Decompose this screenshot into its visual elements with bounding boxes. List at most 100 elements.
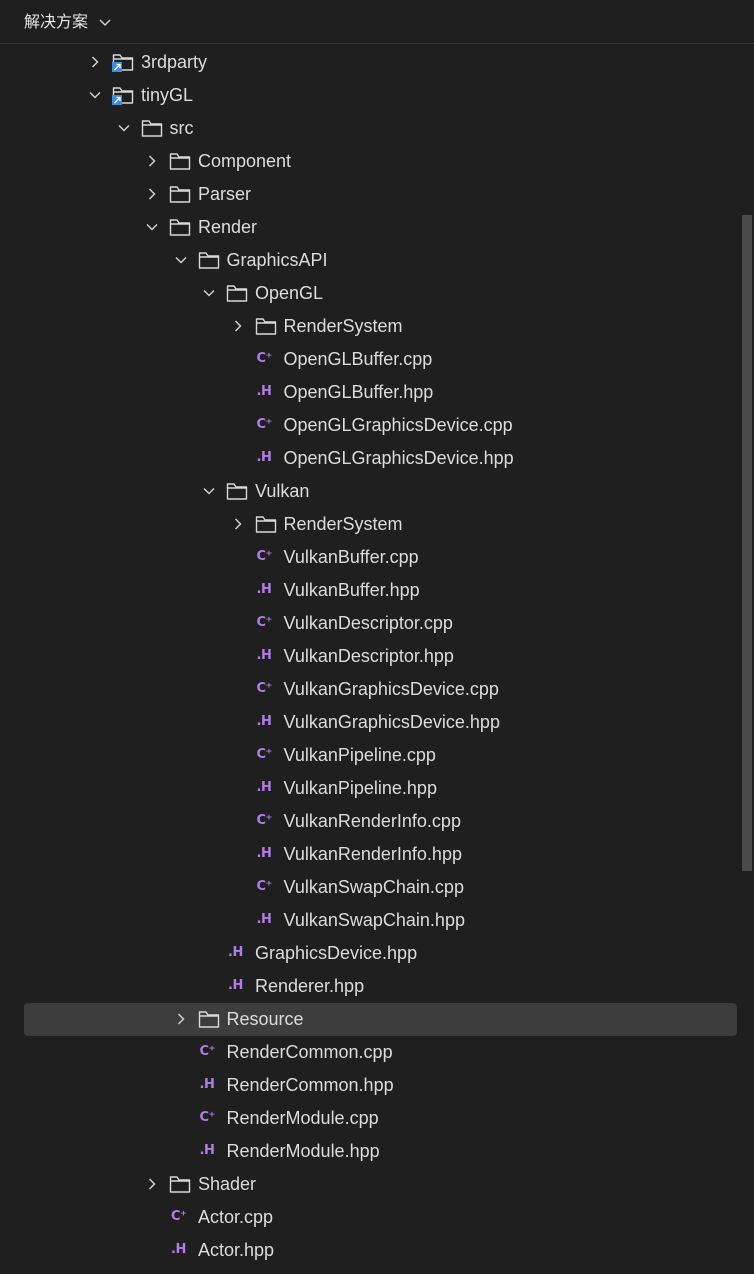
tree-item-label: VulkanSwapChain.hpp <box>283 910 465 930</box>
tree-item-label: VulkanGraphicsDevice.cpp <box>283 679 499 699</box>
tree-file-row[interactable]: C⁺ VulkanGraphicsDevice.cpp <box>0 673 754 706</box>
chevron-down-icon[interactable] <box>174 253 188 267</box>
folder-icon <box>226 483 248 500</box>
tree-file-row[interactable]: C⁺ VulkanPipeline.cpp <box>0 739 754 772</box>
hpp-file-icon: .H <box>256 780 272 795</box>
tree-item-label: VulkanPipeline.hpp <box>283 778 437 798</box>
chevron-right-icon[interactable] <box>145 154 159 168</box>
tree-folder-row[interactable]: GraphicsAPI <box>0 244 754 277</box>
cpp-file-icon: C⁺ <box>199 1044 216 1059</box>
tree-item-label: RenderSystem <box>283 316 403 336</box>
tree-file-row[interactable]: C⁺ RenderModule.cpp <box>0 1102 754 1135</box>
tree-folder-row[interactable]: Render <box>0 211 754 244</box>
tree-folder-row[interactable]: Vulkan <box>0 475 754 508</box>
folder-icon <box>169 219 191 236</box>
chevron-right-icon[interactable] <box>145 1177 159 1191</box>
tree-file-row[interactable]: .H OpenGLBuffer.hpp <box>0 376 754 409</box>
folder-icon <box>255 516 276 533</box>
solution-explorer-panel: 解决方案 3rdparty tinyGL src Component Parser Ren… <box>0 0 754 1274</box>
tree-item-label: GraphicsDevice.hpp <box>255 943 418 963</box>
tree-folder-row[interactable]: RenderSystem <box>0 508 754 541</box>
tree-item-label: VulkanBuffer.cpp <box>283 547 419 567</box>
selection-highlight <box>24 1003 737 1036</box>
tree-item-label: GraphicsAPI <box>226 250 328 270</box>
vertical-scrollbar[interactable] <box>742 215 752 871</box>
tree-item-label: Actor.hpp <box>198 1240 275 1260</box>
tree-folder-row[interactable]: Parser <box>0 178 754 211</box>
cpp-file-icon: C⁺ <box>256 351 273 366</box>
tree-file-row[interactable]: .H VulkanGraphicsDevice.hpp <box>0 706 754 739</box>
tree-file-row[interactable]: C⁺ OpenGLBuffer.cpp <box>0 343 754 376</box>
chevron-right-icon[interactable] <box>174 1012 188 1026</box>
tree-item-label: Actor.cpp <box>198 1207 274 1227</box>
folder-icon <box>169 153 191 170</box>
tree-file-row[interactable]: .H RenderCommon.hpp <box>0 1069 754 1102</box>
hpp-file-icon: .H <box>256 714 272 729</box>
tree-folder-row[interactable]: 3rdparty <box>0 46 754 79</box>
tree-folder-row[interactable]: src <box>0 112 754 145</box>
tree-folder-row[interactable]: Resource <box>0 1003 754 1036</box>
tree-file-row[interactable]: C⁺ VulkanRenderInfo.cpp <box>0 805 754 838</box>
tree-file-row[interactable]: .H Renderer.hpp <box>0 970 754 1003</box>
tree-file-row[interactable]: C⁺ OpenGLGraphicsDevice.cpp <box>0 409 754 442</box>
tree-file-row[interactable]: .H VulkanSwapChain.hpp <box>0 904 754 937</box>
chevron-right-icon[interactable] <box>145 187 159 201</box>
tree-folder-row[interactable]: Shader <box>0 1168 754 1201</box>
tree-item-label: src <box>169 118 194 138</box>
tree-file-row[interactable]: C⁺ VulkanSwapChain.cpp <box>0 871 754 904</box>
tree-file-row[interactable]: C⁺ RenderCommon.cpp <box>0 1036 754 1069</box>
folder-icon <box>141 120 162 137</box>
tree-folder-row[interactable]: Component <box>0 145 754 178</box>
cpp-file-icon: C⁺ <box>256 615 273 630</box>
tree-item-label: OpenGLBuffer.cpp <box>283 349 433 369</box>
cpp-file-icon: C⁺ <box>256 747 273 762</box>
hpp-file-icon: .H <box>199 1143 215 1158</box>
tree-folder-row[interactable]: RenderSystem <box>0 310 754 343</box>
hpp-file-icon: .H <box>228 945 243 960</box>
tree-folder-row[interactable]: tinyGL <box>0 79 754 112</box>
chevron-down-icon[interactable] <box>98 15 112 29</box>
cpp-file-icon: C⁺ <box>256 681 273 696</box>
chevron-down-icon[interactable] <box>88 88 102 102</box>
tree-file-row[interactable]: C⁺ Actor.cpp <box>0 1201 754 1234</box>
tree-file-row[interactable]: C⁺ VulkanBuffer.cpp <box>0 541 754 574</box>
tree-item-label: 3rdparty <box>141 52 208 72</box>
tree-item-label: RenderModule.hpp <box>226 1141 380 1161</box>
tree-file-row[interactable]: .H VulkanDescriptor.hpp <box>0 640 754 673</box>
cpp-file-icon: C⁺ <box>171 1209 187 1224</box>
tree-item-label: Component <box>198 151 292 171</box>
cpp-file-icon: C⁺ <box>199 1110 216 1125</box>
hpp-file-icon: .H <box>256 648 272 663</box>
hpp-file-icon: .H <box>256 384 272 399</box>
tree-folder-row[interactable]: OpenGL <box>0 277 754 310</box>
tree-item-label: Shader <box>198 1174 257 1194</box>
hpp-file-icon: .H <box>228 978 243 993</box>
tree-item-label: tinyGL <box>141 85 194 105</box>
tree-file-row[interactable]: .H RenderModule.hpp <box>0 1135 754 1168</box>
tree-item-label: OpenGLGraphicsDevice.hpp <box>283 448 514 468</box>
folder-icon <box>255 318 276 335</box>
chevron-down-icon[interactable] <box>202 484 216 498</box>
tree-file-row[interactable]: .H VulkanRenderInfo.hpp <box>0 838 754 871</box>
chevron-down-icon[interactable] <box>117 121 131 135</box>
chevron-right-icon[interactable] <box>231 319 245 333</box>
chevron-right-icon[interactable] <box>231 517 245 531</box>
tree-file-row[interactable]: .H GraphicsDevice.hpp <box>0 937 754 970</box>
chevron-down-icon[interactable] <box>202 286 216 300</box>
tree-file-row[interactable]: .H VulkanPipeline.hpp <box>0 772 754 805</box>
chevron-down-icon[interactable] <box>145 220 159 234</box>
chevron-right-icon[interactable] <box>88 55 102 69</box>
panel-header: 解决方案 <box>0 0 754 44</box>
tree-file-row[interactable]: .H Actor.hpp <box>0 1234 754 1267</box>
tree-file-row[interactable]: .H VulkanBuffer.hpp <box>0 574 754 607</box>
folder-icon <box>169 186 191 203</box>
hpp-file-icon: .H <box>256 912 272 927</box>
tree-file-row[interactable]: .H OpenGLGraphicsDevice.hpp <box>0 442 754 475</box>
hpp-file-icon: .H <box>171 1242 186 1257</box>
tree-item-label: OpenGLGraphicsDevice.cpp <box>283 415 513 435</box>
tree-item-label: VulkanRenderInfo.cpp <box>283 811 461 831</box>
tree-item-label: VulkanSwapChain.cpp <box>283 877 464 897</box>
tree-file-row[interactable]: C⁺ VulkanDescriptor.cpp <box>0 607 754 640</box>
tree-item-label: VulkanBuffer.hpp <box>283 580 420 600</box>
project-folder-icon <box>112 87 134 105</box>
